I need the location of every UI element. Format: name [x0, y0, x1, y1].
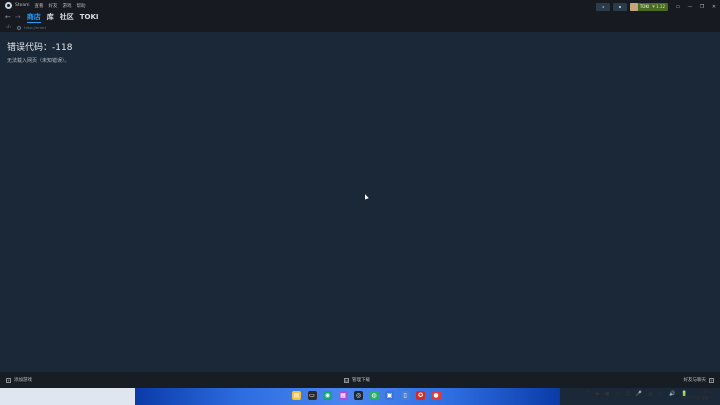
- forward-arrow-icon[interactable]: →: [15, 13, 21, 21]
- steam-icon[interactable]: ◎: [354, 391, 363, 400]
- app-tray-icon[interactable]: ◆: [595, 391, 599, 397]
- clock-date: 2025/7/28 星期一: [681, 396, 712, 400]
- add-game-label: 添加游戏: [14, 378, 32, 383]
- bell-icon[interactable]: ▪: [612, 2, 627, 11]
- maximize-icon[interactable]: ❐: [696, 4, 708, 10]
- tab-community[interactable]: 社区: [60, 12, 74, 22]
- system-clock[interactable]: 16:11 2025/7/28 星期一: [682, 389, 712, 401]
- wechat-icon[interactable]: ◍: [369, 391, 379, 400]
- big-picture-icon[interactable]: ▭: [672, 4, 684, 10]
- friends-chat-label: 好友与聊天: [683, 378, 707, 383]
- tab-profile[interactable]: TOKI: [80, 13, 99, 21]
- terminal-icon[interactable]: ▭: [307, 391, 317, 400]
- back-arrow-icon[interactable]: ←: [5, 13, 11, 21]
- app-tray-icon[interactable]: ▦: [648, 391, 653, 397]
- error-title: 错误代码：-118: [7, 43, 73, 53]
- wallet-balance: ¥ 1.12: [652, 4, 665, 9]
- account-button[interactable]: TOKI ¥ 1.12: [629, 2, 668, 11]
- title-controls: ◂ ▪ TOKI ¥ 1.12 ▭ — ❐ ✕: [595, 2, 720, 11]
- title-menu-bar: Steam 查看 好友 游戏 帮助 ◂ ▪ TOKI ¥ 1.12 ▭ — ❐ …: [0, 0, 720, 11]
- tab-library[interactable]: 库: [47, 12, 54, 22]
- manage-downloads-button[interactable]: ▤ 管理下载: [344, 377, 370, 383]
- avatar: [629, 2, 638, 11]
- store-icon[interactable]: ▣: [385, 391, 394, 400]
- mouse-cursor-icon: [363, 193, 369, 200]
- menu-steam[interactable]: Steam: [15, 3, 30, 8]
- chat-icon: +: [709, 377, 714, 383]
- steam-window: Steam 查看 好友 游戏 帮助 ◂ ▪ TOKI ¥ 1.12 ▭ — ❐ …: [0, 0, 720, 388]
- taskbar-left: [0, 388, 135, 405]
- record-icon[interactable]: ●: [431, 391, 441, 400]
- wifi-icon[interactable]: ≈: [659, 391, 663, 397]
- app-icon[interactable]: ▦: [338, 391, 348, 400]
- friends-chat-button[interactable]: 好友与聊天 +: [683, 377, 714, 383]
- app-tray-icon[interactable]: ⎙: [626, 391, 630, 397]
- error-message: 无法载入网页（未知错误）。: [7, 58, 70, 64]
- system-tray: ^ ◆ ● ◎ ⎙ 🎤 ▦ ≈ 🔊 🔋: [585, 391, 693, 397]
- manage-downloads-label: 管理下载: [352, 378, 370, 383]
- menu-view[interactable]: 查看: [35, 3, 44, 9]
- globe-icon: [17, 25, 22, 30]
- megaphone-icon[interactable]: ◂: [595, 2, 610, 11]
- app-tray-icon[interactable]: ●: [605, 391, 609, 397]
- taskbar-apps: ▤ ▭ ◉ ▦ ◎ ◍ ▣ ▯ ✪ ●: [292, 391, 447, 400]
- account-name: TOKI: [639, 4, 650, 9]
- tab-store[interactable]: 商店: [26, 12, 41, 23]
- minimize-icon[interactable]: —: [684, 4, 696, 10]
- menu-games[interactable]: 游戏: [63, 3, 72, 9]
- show-hidden-icon[interactable]: ^: [585, 391, 589, 397]
- url-bar: ‹/› http://error/: [0, 23, 720, 32]
- steam-logo-icon[interactable]: [5, 2, 12, 9]
- url-text[interactable]: http://error/: [24, 25, 46, 30]
- menu-help[interactable]: 帮助: [77, 3, 86, 9]
- bottom-bar: + 添加游戏 ▤ 管理下载 好友与聊天 +: [0, 372, 720, 388]
- game-icon[interactable]: ✪: [416, 391, 425, 400]
- phone-icon[interactable]: ▯: [400, 391, 410, 400]
- file-explorer-icon[interactable]: ▤: [292, 391, 301, 400]
- nav-bar: ← → 商店 库 社区 TOKI: [0, 11, 720, 23]
- plus-icon: +: [6, 377, 11, 383]
- app-tray-icon[interactable]: ◎: [615, 391, 619, 397]
- download-icon: ▤: [344, 377, 349, 383]
- add-game-button[interactable]: + 添加游戏: [6, 377, 32, 383]
- volume-icon[interactable]: 🔊: [669, 391, 675, 397]
- code-icon[interactable]: ‹/›: [6, 25, 11, 30]
- edge-icon[interactable]: ◉: [323, 391, 332, 400]
- menu-friends[interactable]: 好友: [49, 3, 58, 9]
- close-icon[interactable]: ✕: [708, 4, 720, 10]
- microphone-icon[interactable]: 🎤: [636, 391, 642, 397]
